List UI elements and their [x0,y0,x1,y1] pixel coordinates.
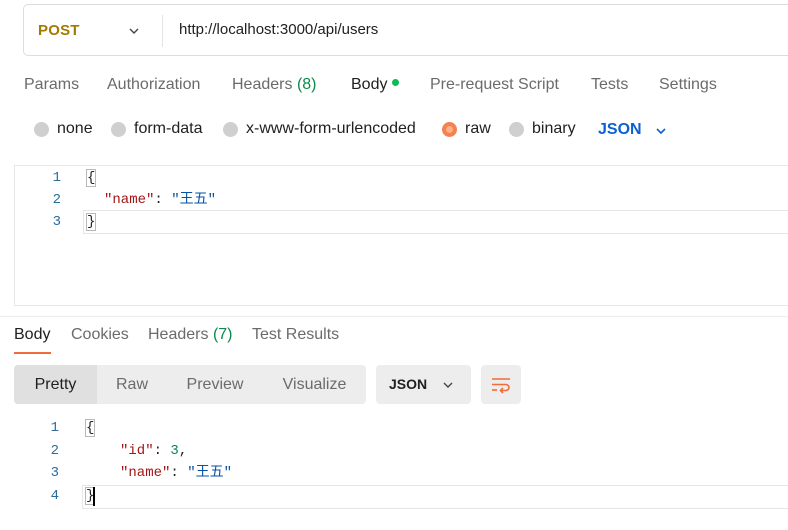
json-comma: , [178,443,188,459]
radio-label: raw [465,120,491,137]
radio-none[interactable]: none [34,120,93,138]
json-colon: : [154,192,172,208]
line-number: 3 [50,465,59,481]
resp-headers-count: (7) [212,326,233,343]
open-brace: { [85,169,97,187]
tab-params[interactable]: Params [24,76,79,94]
radio-circle-selected [442,121,457,137]
radio-raw[interactable]: raw [442,120,491,138]
code-text: "id": 3, [120,440,187,462]
line-number: 1 [50,420,59,436]
line-number: 2 [50,443,59,459]
resp-tab-body[interactable]: Body [14,326,50,344]
chevron-down-icon[interactable] [128,25,140,37]
chevron-down-icon [442,379,454,391]
open-brace: { [84,419,96,437]
code-text: "name": "王五" [104,189,216,211]
json-key: "name" [120,465,171,481]
chevron-down-icon[interactable] [655,125,667,137]
json-colon: : [153,443,171,459]
line-number: 4 [50,488,59,504]
resp-tab-headers-label: Headers [148,326,209,343]
radio-binary[interactable]: binary [509,120,576,138]
wrap-lines-icon [492,378,510,394]
url-input[interactable]: http://localhost:3000/api/users [179,21,378,38]
request-body-editor[interactable]: 1 { 2 "name": "王五" 3 } [14,165,788,306]
json-key: "name" [104,192,155,208]
radio-label: binary [532,120,576,137]
view-raw[interactable]: Raw [97,365,167,404]
body-type-options: none form-data x-www-form-urlencoded raw… [0,120,788,142]
response-view-switcher: Pretty Raw Preview Visualize [14,365,366,404]
wrap-lines-button[interactable] [481,365,521,404]
headers-count: (8) [296,76,317,93]
radio-circle [111,121,126,137]
tab-settings[interactable]: Settings [659,76,717,94]
line-number: 2 [52,192,61,208]
tab-body-label: Body [351,76,388,93]
radio-label: form-data [134,120,203,137]
code-line: 4 } [0,485,780,507]
body-indicator-dot [392,79,400,87]
resp-tab-cookies[interactable]: Cookies [71,326,129,344]
radio-label: none [57,120,93,137]
code-line: 2 "name": "王五" [15,189,788,211]
radio-form-data[interactable]: form-data [111,120,202,138]
code-line: 2 "id": 3, [0,440,780,462]
radio-circle [34,121,49,137]
json-value: "王五" [171,192,217,208]
code-text: } [85,211,97,233]
tab-pre-request-script[interactable]: Pre-request Script [430,76,559,94]
code-text: { [84,417,96,439]
request-url-bar: POST http://localhost:3000/api/users [23,4,788,56]
json-value: 3 [170,443,179,459]
json-value: "王五" [187,465,233,481]
tab-body[interactable]: Body [351,76,400,94]
raw-format-select[interactable]: JSON [598,121,642,139]
code-line: 1 { [0,417,780,439]
code-line: 1 { [15,167,788,189]
line-number: 1 [52,170,61,186]
radio-label: x-www-form-urlencoded [246,120,416,137]
radio-circle [509,121,524,137]
text-cursor [93,487,95,506]
active-tab-underline [14,352,51,354]
tab-headers[interactable]: Headers (8) [232,76,317,94]
view-preview[interactable]: Preview [167,365,263,404]
pane-divider[interactable] [0,316,788,317]
view-pretty[interactable]: Pretty [14,365,97,404]
code-line: 3 } [15,211,788,233]
json-key: "id" [120,443,154,459]
resp-tab-test-results[interactable]: Test Results [252,326,339,344]
json-colon: : [170,465,188,481]
response-body-viewer[interactable]: 1 { 2 "id": 3, 3 "name": "王五" 4 } [0,412,788,530]
method-select[interactable]: POST [38,22,80,39]
radio-circle [223,121,238,137]
tab-authorization[interactable]: Authorization [107,76,200,94]
response-format-label: JSON [389,376,428,392]
code-text: "name": "王五" [120,462,232,484]
tab-headers-label: Headers [232,76,293,93]
code-text: { [85,167,97,189]
close-brace: } [85,213,97,231]
resp-tab-headers[interactable]: Headers (7) [148,326,233,344]
radio-x-www-form-urlencoded[interactable]: x-www-form-urlencoded [223,120,416,138]
code-line: 3 "name": "王五" [0,462,780,484]
url-divider [162,15,163,47]
tab-tests[interactable]: Tests [591,76,628,94]
response-format-select[interactable]: JSON [376,365,471,404]
view-visualize[interactable]: Visualize [263,365,366,404]
line-number: 3 [52,214,61,230]
